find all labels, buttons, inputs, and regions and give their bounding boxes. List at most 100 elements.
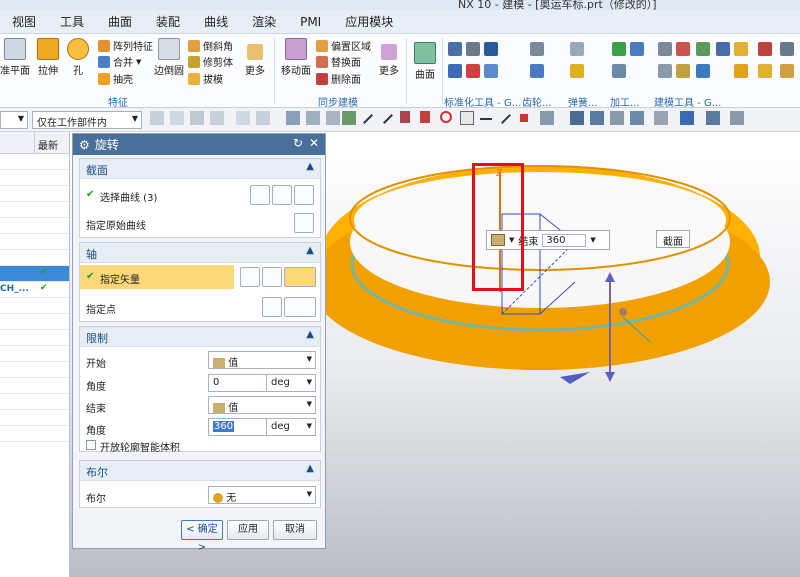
table-row[interactable] [0,314,69,330]
table-row[interactable] [0,378,69,394]
modeling-tool-icon[interactable] [734,64,748,78]
origin-point[interactable] [619,308,627,316]
std-tool-icon[interactable] [448,64,462,78]
more-features-button[interactable]: 更多 [242,44,268,77]
center-snap-icon[interactable] [440,111,452,123]
table-row[interactable] [0,202,69,218]
end-angle-input[interactable]: 360 [208,418,268,436]
table-row[interactable] [0,330,69,346]
limits-header[interactable]: 限制 ▲ [80,327,320,347]
replace-face-button[interactable]: 替换面 [316,54,361,69]
snap-icon[interactable] [256,111,270,125]
view-icon[interactable] [680,111,694,125]
machining-tool-icon[interactable] [630,42,644,56]
view-icon[interactable] [706,111,720,125]
modeling-tool-icon[interactable] [758,64,772,78]
std-tool-icon[interactable] [484,42,498,56]
reset-icon[interactable]: ↻ [293,136,303,150]
table-row[interactable] [0,394,69,410]
vector-type-dropdown[interactable] [284,267,316,287]
modeling-tool-icon[interactable] [716,42,730,56]
section-header[interactable]: 截面 ▲ [80,159,320,179]
modeling-tool-icon[interactable] [676,42,690,56]
rotation-arrow-icon[interactable] [560,372,590,384]
modeling-tool-icon[interactable] [780,64,794,78]
end-mode-dropdown[interactable]: 值 ▼ [208,396,316,414]
table-row[interactable]: CH_... ✔ [0,282,69,298]
gear-tool-icon[interactable] [530,42,544,56]
gear-tool-icon[interactable] [530,64,544,78]
section-tag[interactable]: 截面 [656,230,690,248]
modeling-tool-icon[interactable] [780,42,794,56]
menu-curve[interactable]: 曲线 [204,13,228,30]
curve-snap-icon[interactable] [400,111,410,123]
datum-plane-button[interactable]: 准平面 [0,38,30,77]
modeling-tool-icon[interactable] [696,42,710,56]
reverse-direction-button[interactable] [240,267,260,287]
offset-region-button[interactable]: 偏置区域 [316,38,371,53]
snap-icon[interactable] [190,111,204,125]
snap-icon[interactable] [326,111,340,125]
surface-button[interactable]: 曲面 [410,42,440,81]
edge-blend-button[interactable]: 边倒圆 [152,38,186,77]
table-row[interactable] [0,346,69,362]
vector-arrow-icon[interactable] [605,372,615,382]
view-icon[interactable] [730,111,744,125]
point-type-dropdown[interactable] [284,297,316,317]
ok-button[interactable]: < 确定 > [181,520,223,553]
menu-tools[interactable]: 工具 [60,13,84,30]
apply-button[interactable]: 应用 [227,520,269,540]
menu-view[interactable]: 视图 [12,13,36,30]
unite-button[interactable]: 合并 ▼ [98,54,141,69]
view-icon[interactable] [630,111,644,125]
move-face-button[interactable]: 移动面 [280,38,312,77]
modeling-tool-icon[interactable] [758,42,772,56]
table-row[interactable] [0,186,69,202]
snap-icon[interactable] [306,111,320,125]
std-tool-icon[interactable] [448,42,462,56]
view-icon[interactable] [654,111,668,125]
grid-snap-icon[interactable] [540,111,554,125]
origin-curve-button[interactable] [294,213,314,233]
curve-rule-button[interactable] [250,185,270,205]
arc-snap-icon[interactable] [420,111,430,123]
draft-button[interactable]: 拔模 [188,71,223,86]
table-row-selected[interactable]: ✔ [0,266,69,282]
table-row[interactable] [0,218,69,234]
start-mode-dropdown[interactable]: 值 ▼ [208,351,316,369]
snap-icon[interactable] [210,111,224,125]
view-icon[interactable] [610,111,624,125]
std-tool-icon[interactable] [466,64,480,78]
table-row[interactable] [0,362,69,378]
snap-icon[interactable] [236,111,250,125]
table-row[interactable] [0,154,69,170]
menu-application[interactable]: 应用模块 [345,13,393,30]
spring-tool-icon[interactable] [570,64,584,78]
vector-dialog-button[interactable] [262,267,282,287]
boolean-dropdown[interactable]: 无 ▼ [208,486,316,504]
table-row[interactable] [0,410,69,426]
table-row[interactable] [0,298,69,314]
table-row[interactable] [0,234,69,250]
axis-header[interactable]: 轴 ▲ [80,243,320,263]
menu-assembly[interactable]: 装配 [156,13,180,30]
snap-icon[interactable] [286,111,300,125]
machining-tool-icon[interactable] [612,42,626,56]
point-dialog-button[interactable] [262,297,282,317]
shell-button[interactable]: 抽壳 [98,71,133,86]
modeling-tool-icon[interactable] [696,64,710,78]
sketch-section-button[interactable] [272,185,292,205]
menu-render[interactable]: 渲染 [252,13,276,30]
extrude-button[interactable]: 拉伸 [34,38,62,77]
modeling-tool-icon[interactable] [676,64,690,78]
intersect-snap-icon[interactable] [480,118,492,120]
modeling-tool-icon[interactable] [658,64,672,78]
machining-tool-icon[interactable] [612,64,626,78]
table-row[interactable] [0,426,69,442]
std-tool-icon[interactable] [466,42,480,56]
modeling-tool-icon[interactable] [658,42,672,56]
snap-icon[interactable] [170,111,184,125]
trim-body-button[interactable]: 修剪体 [188,54,233,69]
snap-icon[interactable] [150,111,164,125]
gear-icon[interactable]: ⚙ [79,138,90,152]
